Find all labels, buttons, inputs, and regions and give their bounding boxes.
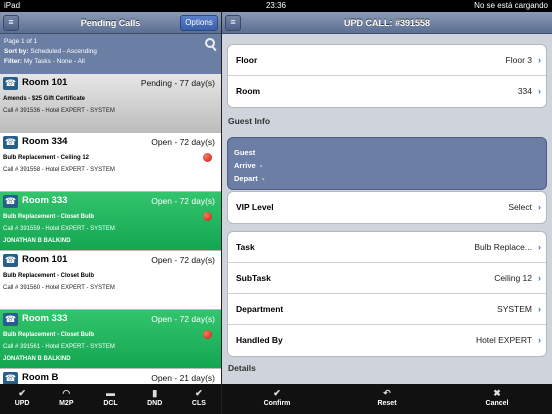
options-button[interactable]: Options <box>180 15 218 31</box>
chevron-right-icon: › <box>538 273 541 283</box>
minus-icon: ▬ <box>106 388 115 398</box>
right-navbar: ≡ UPD CALL: #391558 <box>222 12 552 34</box>
update-call-pane: ≡ UPD CALL: #391558 Floor Floor 3 › Room… <box>222 12 552 384</box>
status-bar: iPad 23:36 No se está cargando <box>0 0 552 12</box>
upd-button[interactable]: ✔ UPD <box>0 384 44 414</box>
cls-button[interactable]: ✔ CLS <box>177 384 221 414</box>
call-row[interactable]: ☎ Room B Open - 21 day(s) <box>0 369 221 384</box>
arrive-line: Arrive - <box>234 161 263 170</box>
filter-info: Filter: My Tasks - None - All <box>4 58 85 65</box>
chevron-right-icon: › <box>538 335 541 345</box>
task-group: Task Bulb Replace... › SubTask Ceiling 1… <box>227 231 547 357</box>
department-row[interactable]: Department SYSTEM › <box>228 294 546 325</box>
chevron-right-icon: › <box>538 202 541 212</box>
guest-info-box[interactable]: Guest Arrive - Depart - <box>227 137 547 190</box>
call-row[interactable]: ☎ Room 334 Open - 72 day(s) Bulb Replace… <box>0 133 221 192</box>
check-icon: ✔ <box>18 388 26 398</box>
depart-line: Depart - <box>234 174 265 183</box>
search-icon[interactable] <box>205 38 215 48</box>
room-row[interactable]: Room 334 › <box>228 76 546 107</box>
call-row[interactable]: ☎ Room 101 Pending - 77 day(s) Amends - … <box>0 74 221 133</box>
guest-label: Guest <box>234 148 256 157</box>
list-info: Page 1 of 1 Sort by: Scheduled - Ascendi… <box>0 34 221 74</box>
details-header: Details <box>228 363 256 373</box>
chevron-right-icon: › <box>538 55 541 65</box>
door-icon: ▮ <box>152 388 158 398</box>
left-navbar: ≡ Pending Calls Options <box>0 12 221 34</box>
undo-icon: ↶ <box>383 388 391 398</box>
sort-info: Sort by: Scheduled - Ascending <box>4 48 97 55</box>
cancel-button[interactable]: ✖ Cancel <box>442 384 552 414</box>
vip-level-row[interactable]: VIP Level Select › <box>228 192 546 223</box>
priority-dot-icon <box>203 153 212 162</box>
priority-dot-icon <box>203 330 212 339</box>
phone-icon: ☎ <box>3 195 18 208</box>
floor-row[interactable]: Floor Floor 3 › <box>228 45 546 76</box>
call-title: UPD CALL: #391558 <box>343 18 431 28</box>
guest-info-header: Guest Info <box>228 116 271 126</box>
right-toolbar: ✔ Confirm ↶ Reset ✖ Cancel <box>222 384 552 414</box>
handled-by-row[interactable]: Handled By Hotel EXPERT › <box>228 325 546 356</box>
task-row[interactable]: Task Bulb Replace... › <box>228 232 546 263</box>
vip-group: VIP Level Select › <box>227 191 547 224</box>
phone-icon: ☎ <box>3 77 18 90</box>
chevron-right-icon: › <box>538 86 541 96</box>
dcl-button[interactable]: ▬ DCL <box>88 384 132 414</box>
call-row[interactable]: ☎ Room 101 Open - 72 day(s) Bulb Replace… <box>0 251 221 310</box>
page-indicator: Page 1 of 1 <box>4 38 38 45</box>
chevron-right-icon: › <box>538 304 541 314</box>
check-icon: ✔ <box>273 388 281 398</box>
priority-dot-icon <box>203 212 212 221</box>
confirm-button[interactable]: ✔ Confirm <box>222 384 332 414</box>
subtask-row[interactable]: SubTask Ceiling 12 › <box>228 263 546 294</box>
battery-status: No se está cargando <box>474 1 548 10</box>
check-icon: ✔ <box>195 388 203 398</box>
phone-icon: ☎ <box>3 254 18 267</box>
left-toolbar: ✔ UPD ◠ M2P ▬ DCL ▮ DND ✔ CLS <box>0 384 221 414</box>
reset-button[interactable]: ↶ Reset <box>332 384 442 414</box>
call-row[interactable]: ☎ Room 333 Open - 72 day(s) Bulb Replace… <box>0 192 221 251</box>
wifi-icon: ◠ <box>62 388 71 398</box>
phone-icon: ☎ <box>3 313 18 326</box>
clock: 23:36 <box>265 1 287 10</box>
pending-calls-pane: ≡ Pending Calls Options Page 1 of 1 Sort… <box>0 12 221 384</box>
dnd-button[interactable]: ▮ DND <box>133 384 177 414</box>
close-icon: ✖ <box>493 388 501 398</box>
m2p-button[interactable]: ◠ M2P <box>44 384 88 414</box>
phone-icon: ☎ <box>3 136 18 149</box>
phone-icon: ☎ <box>3 372 18 384</box>
chevron-right-icon: › <box>538 242 541 252</box>
location-group: Floor Floor 3 › Room 334 › <box>227 44 547 108</box>
call-row[interactable]: ☎ Room 333 Open - 72 day(s) Bulb Replace… <box>0 310 221 369</box>
